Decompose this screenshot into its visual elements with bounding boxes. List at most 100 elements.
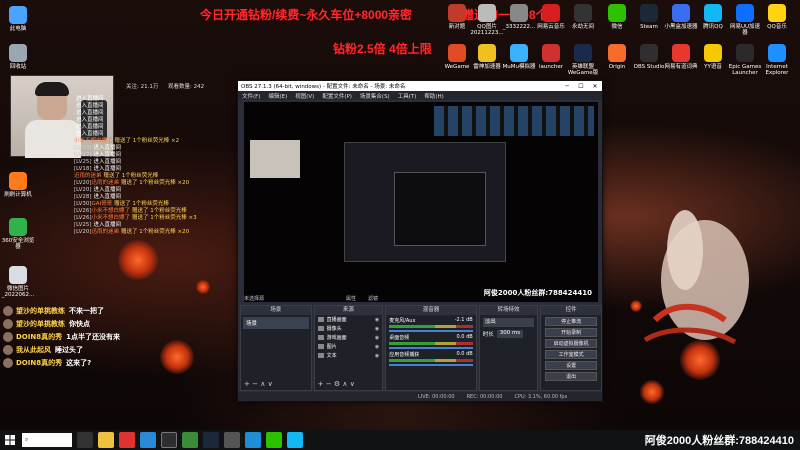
app-icon[interactable] bbox=[140, 432, 156, 448]
desktop-icon[interactable]: 微信 bbox=[600, 4, 634, 30]
chat-message: 进入直播间 bbox=[74, 117, 234, 124]
desktop-icon-label: OBS Studio bbox=[633, 64, 665, 70]
desktop-icon[interactable]: WeGame bbox=[440, 44, 474, 70]
desktop-icon[interactable]: 网易UU加速器 bbox=[728, 4, 762, 36]
chat-level: [LV20] bbox=[74, 187, 92, 193]
control-button[interactable]: 停止推流 bbox=[545, 317, 598, 326]
obs-icon[interactable] bbox=[161, 432, 177, 448]
source-settings-button[interactable]: ⚙ bbox=[334, 380, 340, 388]
controls-header: 控件 bbox=[541, 306, 602, 315]
desktop-icon[interactable]: 新对题 bbox=[440, 4, 474, 30]
streamer-body bbox=[25, 120, 81, 158]
control-button[interactable]: 开始录制 bbox=[545, 328, 598, 337]
desktop-icon[interactable]: QQ图片20211223... bbox=[470, 4, 504, 36]
maximize-button[interactable]: ☐ bbox=[574, 83, 588, 90]
desktop-icon[interactable]: 英雄联盟WeGame版 bbox=[566, 44, 600, 76]
menu-item[interactable]: 视图(V) bbox=[295, 92, 314, 100]
desktop-icon[interactable]: Internet Explorer bbox=[760, 44, 794, 76]
volume-slider[interactable] bbox=[389, 347, 473, 349]
desktop-icon[interactable]: Epic Games Launcher bbox=[728, 44, 762, 76]
explorer-icon[interactable] bbox=[98, 432, 114, 448]
desktop-icon[interactable]: 此电脑 bbox=[1, 6, 35, 32]
mixer-panel: 混音器 麦克风/Aux -2.1 dB 桌面音频 0.0 dB 应用音频捕获 0.0 dB bbox=[385, 305, 477, 391]
menu-item[interactable]: 场景集合(S) bbox=[360, 92, 390, 100]
desktop-icon[interactable]: Steam bbox=[632, 4, 666, 30]
obs-preview[interactable]: 阿俊2000人粉丝群:788424410 bbox=[244, 102, 598, 302]
preview-top-icons bbox=[434, 106, 594, 136]
desktop-icon-label: MuMu模拟器 bbox=[502, 64, 536, 70]
visibility-icon[interactable]: ◉ bbox=[375, 317, 379, 323]
duration-input[interactable]: 300 ms bbox=[496, 330, 524, 338]
avatar bbox=[3, 358, 13, 368]
menu-item[interactable]: 文件(F) bbox=[242, 92, 260, 100]
wechat-icon[interactable] bbox=[266, 432, 282, 448]
volume-slider[interactable] bbox=[389, 330, 473, 332]
desktop-icon[interactable]: 刷刷计算机 bbox=[1, 172, 35, 198]
menu-item[interactable]: 帮助(H) bbox=[424, 92, 443, 100]
control-button[interactable]: 工作室模式 bbox=[545, 350, 598, 359]
desktop-icon[interactable]: 小黑盒加速器 bbox=[664, 4, 698, 30]
desktop-icon[interactable]: YY语音 bbox=[696, 44, 730, 70]
minimize-button[interactable]: ─ bbox=[560, 83, 574, 90]
menu-item[interactable]: 配置文件(P) bbox=[322, 92, 352, 100]
close-button[interactable]: ✕ bbox=[588, 83, 602, 90]
desktop-icon[interactable]: 腾讯QQ bbox=[696, 4, 730, 30]
menu-item[interactable]: 工具(T) bbox=[398, 92, 417, 100]
desktop-icon[interactable]: _3332222... bbox=[502, 4, 536, 30]
remove-source-button[interactable]: − bbox=[326, 380, 332, 388]
move-down-button[interactable]: ∨ bbox=[268, 380, 273, 388]
taskbar-search[interactable]: ⌕ bbox=[22, 433, 72, 447]
desktop-icon[interactable]: 永劫无间 bbox=[566, 4, 600, 30]
desktop-icon[interactable]: MuMu模拟器 bbox=[502, 44, 536, 70]
desktop-icon[interactable]: OBS Studio bbox=[632, 44, 666, 70]
control-button[interactable]: 启动虚拟摄像机 bbox=[545, 339, 598, 348]
edge-icon[interactable] bbox=[245, 432, 261, 448]
source-item[interactable]: 摄像头 ◉ bbox=[315, 324, 383, 333]
transition-select[interactable]: 淡出 bbox=[482, 318, 535, 327]
scene-item[interactable]: 场景 bbox=[243, 317, 309, 329]
properties-button[interactable]: 属性 bbox=[346, 295, 356, 302]
app-icon[interactable] bbox=[182, 432, 198, 448]
desktop-icon[interactable]: 雷神加速器 bbox=[470, 44, 504, 70]
steam-icon[interactable] bbox=[203, 432, 219, 448]
filters-button[interactable]: 滤镜 bbox=[368, 295, 378, 302]
search-icon: ⌕ bbox=[25, 436, 29, 443]
obs-titlebar[interactable]: OBS 27.1.3 (64-bit, windows) - 配置文件: 未命名… bbox=[238, 81, 602, 91]
obs-window[interactable]: OBS 27.1.3 (64-bit, windows) - 配置文件: 未命名… bbox=[237, 80, 603, 402]
app-icon[interactable] bbox=[224, 432, 240, 448]
source-down-button[interactable]: ∨ bbox=[350, 380, 355, 388]
visibility-icon[interactable]: ◉ bbox=[375, 326, 379, 332]
danmaku-message: 望沙的单挑教练 你快点 bbox=[3, 318, 90, 330]
source-item[interactable]: 图片 ◉ bbox=[315, 342, 383, 351]
desktop-icon[interactable]: 网易有道词典 bbox=[664, 44, 698, 70]
add-scene-button[interactable]: + bbox=[244, 380, 250, 388]
visibility-icon[interactable]: ◉ bbox=[375, 335, 379, 341]
move-up-button[interactable]: ∧ bbox=[260, 380, 265, 388]
desktop-icon[interactable]: 网易云音乐 bbox=[534, 4, 568, 30]
desktop-icon[interactable]: 360安全浏览器 bbox=[1, 218, 35, 250]
desktop-icon[interactable]: QQ音乐 bbox=[760, 4, 794, 30]
desktop-icon[interactable]: launcher bbox=[534, 44, 568, 70]
app-icon[interactable] bbox=[119, 432, 135, 448]
menu-item[interactable]: 编辑(E) bbox=[268, 92, 287, 100]
volume-slider[interactable] bbox=[389, 364, 473, 366]
source-item[interactable]: 游戏画面 ◉ bbox=[315, 333, 383, 342]
control-button[interactable]: 退出 bbox=[545, 372, 598, 381]
source-item[interactable]: 文本 ◉ bbox=[315, 351, 383, 360]
visibility-icon[interactable]: ◉ bbox=[375, 353, 379, 359]
danmaku-message: 望沙的单挑教练 不来一把了 bbox=[3, 305, 104, 317]
desktop-icon[interactable]: 回收站 bbox=[1, 44, 35, 70]
start-button[interactable] bbox=[0, 430, 20, 450]
source-item[interactable]: 直播画面 ◉ bbox=[315, 315, 383, 324]
desktop-icon-label: WeGame bbox=[444, 64, 470, 70]
desktop-icon[interactable]: 微信图片_2022062... bbox=[1, 266, 35, 298]
control-button[interactable]: 设置 bbox=[545, 361, 598, 370]
qq-icon[interactable] bbox=[287, 432, 303, 448]
chat-text: 赠送了 1个粉丝荧光棒 ×20 bbox=[121, 229, 190, 235]
desktop-icon[interactable]: Origin bbox=[600, 44, 634, 70]
visibility-icon[interactable]: ◉ bbox=[375, 344, 379, 350]
source-up-button[interactable]: ∧ bbox=[342, 380, 347, 388]
remove-scene-button[interactable]: − bbox=[252, 380, 258, 388]
task-view-icon[interactable] bbox=[77, 432, 93, 448]
add-source-button[interactable]: + bbox=[318, 380, 324, 388]
